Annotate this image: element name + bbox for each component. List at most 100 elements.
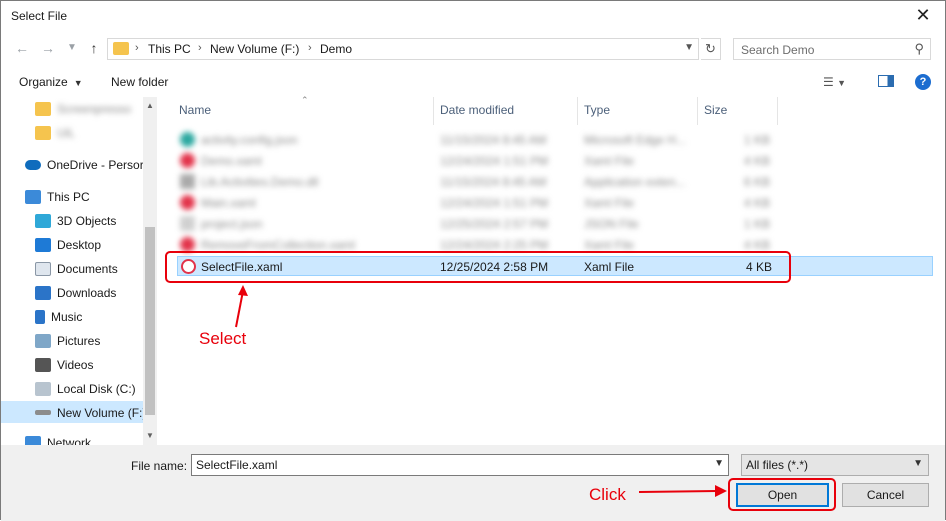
sidebar-item-uil[interactable]: UiL xyxy=(35,125,75,145)
sidebar-item-desktop[interactable]: Desktop xyxy=(35,237,101,257)
back-arrow-icon[interactable]: ← xyxy=(13,39,31,57)
file-name: RemoveFromCollection.xaml xyxy=(201,238,356,252)
scrollbar-thumb[interactable] xyxy=(145,227,155,415)
file-size: 4 KB xyxy=(744,238,771,252)
column-divider[interactable] xyxy=(777,97,778,125)
help-icon[interactable]: ? xyxy=(915,74,931,90)
cancel-button[interactable]: Cancel xyxy=(842,483,929,507)
file-row[interactable]: Main.xaml 12/24/2024 1:51 PM Xaml File 4… xyxy=(177,193,933,213)
file-row[interactable]: activity.config.json 11/15/2024 8:45 AM … xyxy=(177,130,933,150)
sidebar-item-screenpresso[interactable]: Screenpresso xyxy=(35,101,131,121)
drive-icon xyxy=(35,410,51,416)
navigation-pane: Screenpresso UiL OneDrive - Persor This … xyxy=(1,97,157,445)
breadcrumb-demo[interactable]: Demo xyxy=(320,42,352,56)
file-name: activity.config.json xyxy=(201,133,298,147)
sidebar-item-videos[interactable]: Videos xyxy=(35,357,93,377)
breadcrumb-new-volume[interactable]: New Volume (F:) xyxy=(210,42,299,56)
column-header-size[interactable]: Size xyxy=(704,103,727,123)
select-annotation: Select xyxy=(199,329,247,348)
file-type-filter-value: All files (*.*) xyxy=(746,458,809,472)
sidebar-item-label: Screenpresso xyxy=(57,101,132,116)
file-date: 11/15/2024 8:45 AM xyxy=(440,175,547,189)
file-type: Xaml File xyxy=(584,238,635,252)
file-row[interactable]: Demo.xaml 12/24/2024 1:51 PM Xaml File 4… xyxy=(177,151,933,171)
address-dropdown-chevron-icon[interactable]: ▼ xyxy=(684,42,694,53)
new-folder-button[interactable]: New folder xyxy=(111,75,168,89)
breadcrumb-separator-icon: › xyxy=(308,42,312,54)
organize-button[interactable]: Organize ▼ xyxy=(19,75,83,89)
sidebar-item-documents[interactable]: Documents xyxy=(35,261,118,281)
recent-locations-chevron-icon[interactable]: ▼ xyxy=(63,39,81,57)
navigation-bar: ← → ▼ ↑ › This PC › New Volume (F:) › De… xyxy=(1,35,945,63)
sidebar-item-onedrive[interactable]: OneDrive - Persor xyxy=(25,157,144,177)
dll-icon xyxy=(180,174,195,189)
organize-label: Organize xyxy=(19,75,68,89)
navigation-scrollbar[interactable]: ▲ ▼ xyxy=(143,97,157,445)
sidebar-item-this-pc[interactable]: This PC xyxy=(25,189,90,209)
file-size: 1 KB xyxy=(744,133,771,147)
file-type: JSON File xyxy=(584,217,639,231)
column-divider[interactable] xyxy=(433,97,434,125)
column-header-type[interactable]: Type xyxy=(584,103,610,123)
sidebar-item-network[interactable]: Network xyxy=(25,435,91,445)
sidebar-item-label: OneDrive - Persor xyxy=(47,157,144,172)
command-toolbar: Organize ▼ New folder ☰ ▼ ? xyxy=(1,67,945,97)
json-icon xyxy=(180,216,195,231)
scroll-down-icon[interactable]: ▼ xyxy=(143,429,157,443)
sidebar-item-label: Local Disk (C:) xyxy=(57,381,136,396)
sidebar-item-label: Pictures xyxy=(57,333,101,348)
scroll-up-icon[interactable]: ▲ xyxy=(143,99,157,113)
column-header-name[interactable]: Name xyxy=(179,103,211,123)
view-options-button[interactable]: ☰ ▼ xyxy=(823,75,846,89)
sidebar-item-local-disk[interactable]: Local Disk (C:) xyxy=(35,381,136,401)
file-size: 4 KB xyxy=(744,196,771,210)
file-row[interactable]: project.json 12/25/2024 2:57 PM JSON Fil… xyxy=(177,214,933,234)
column-divider[interactable] xyxy=(697,97,698,125)
file-dialog-window: Select File ✕ ← → ▼ ↑ › This PC › New Vo… xyxy=(0,0,946,521)
folder-icon xyxy=(113,42,129,55)
onedrive-icon xyxy=(25,159,41,170)
chevron-down-icon: ▼ xyxy=(913,458,923,469)
column-divider[interactable] xyxy=(577,97,578,125)
address-bar[interactable]: › This PC › New Volume (F:) › Demo ▼ xyxy=(107,38,699,60)
xaml-icon xyxy=(180,237,195,252)
dialog-title: Select File xyxy=(11,9,68,23)
open-button[interactable]: Open xyxy=(736,483,829,507)
file-type-filter-select[interactable]: All files (*.*) ▼ xyxy=(741,454,929,476)
sidebar-item-label: Videos xyxy=(57,357,94,372)
sidebar-item-label: Documents xyxy=(57,261,118,276)
chevron-down-icon: ▼ xyxy=(837,78,847,88)
file-date: 12/24/2024 1:51 PM xyxy=(440,154,549,168)
sidebar-item-label: New Volume (F:) xyxy=(57,405,147,420)
file-row[interactable]: Lib.Activities.Demo.dll 11/15/2024 8:45 … xyxy=(177,172,933,192)
forward-arrow-icon[interactable]: → xyxy=(39,39,57,57)
close-icon[interactable]: ✕ xyxy=(913,5,933,25)
refresh-icon[interactable]: ↻ xyxy=(701,38,721,60)
3d-objects-icon xyxy=(35,213,51,228)
sidebar-item-3d-objects[interactable]: 3D Objects xyxy=(35,213,116,233)
sidebar-item-music[interactable]: Music xyxy=(35,309,82,329)
file-date: 12/24/2024 2:25 PM xyxy=(440,238,549,252)
file-type: Microsoft Edge H... xyxy=(584,133,687,147)
search-input[interactable]: Search Demo ⚲ xyxy=(733,38,931,60)
file-date: 12/24/2024 1:51 PM xyxy=(440,196,549,210)
xaml-icon xyxy=(180,153,195,168)
up-arrow-icon[interactable]: ↑ xyxy=(85,39,103,57)
title-bar: Select File ✕ xyxy=(1,1,945,32)
column-header-date[interactable]: Date modified xyxy=(440,103,514,123)
file-type: Application exten... xyxy=(584,175,686,189)
search-placeholder: Search Demo xyxy=(741,43,815,57)
local-disk-icon xyxy=(35,381,51,396)
sidebar-item-downloads[interactable]: Downloads xyxy=(35,285,116,305)
breadcrumb-this-pc[interactable]: This PC xyxy=(148,42,191,56)
breadcrumb-separator-icon: › xyxy=(198,42,202,54)
sidebar-item-label: 3D Objects xyxy=(57,213,117,228)
file-name-field[interactable]: SelectFile.xaml ▼ xyxy=(191,454,729,476)
sidebar-item-pictures[interactable]: Pictures xyxy=(35,333,100,353)
this-pc-icon xyxy=(25,189,41,204)
videos-icon xyxy=(35,357,51,372)
preview-pane-icon[interactable] xyxy=(878,75,894,87)
chevron-down-icon[interactable]: ▼ xyxy=(714,458,724,469)
sort-ascending-icon: ⌃ xyxy=(301,95,309,105)
sidebar-item-new-volume[interactable]: New Volume (F:) xyxy=(35,405,146,425)
